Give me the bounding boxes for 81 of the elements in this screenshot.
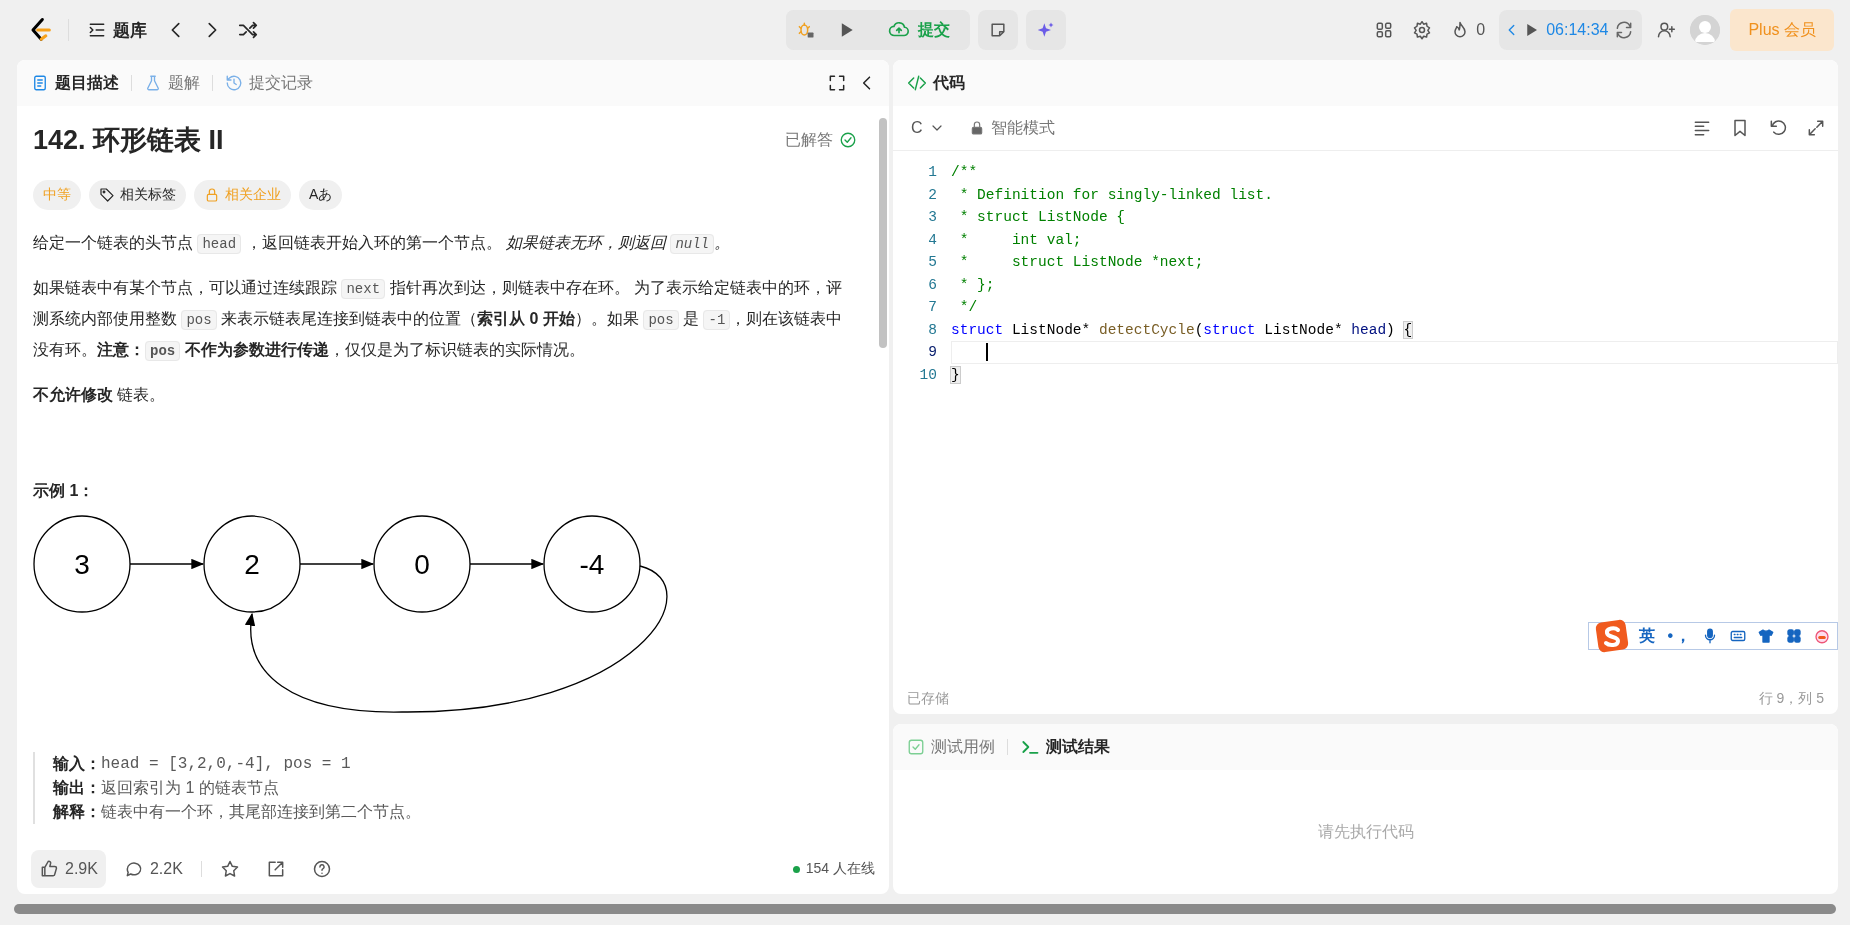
online-dot (792, 865, 800, 873)
horizontal-scrollbar[interactable] (14, 904, 1836, 914)
line-number: 7 (927, 299, 938, 316)
code-line: struct ListNode* detectCycle(struct ListNode* head) { (951, 321, 1413, 338)
panel-tab[interactable]: 题解 (142, 68, 202, 98)
code-line: */ (958, 299, 978, 316)
timer-time: 06:14:34 (1546, 21, 1609, 39)
problem-tag[interactable]: Aあ (299, 180, 343, 210)
grid-icon (1785, 627, 1803, 645)
language-dropdown[interactable]: C (905, 118, 951, 138)
problem-title: 142. 环形链表 II (33, 124, 224, 157)
code-line: * struct ListNode *next; (958, 254, 1204, 271)
fullscreen-icon (827, 73, 847, 93)
example-label: 输入： (53, 754, 101, 774)
format-icon (1692, 118, 1712, 138)
comments-button[interactable]: 2.2K (115, 850, 191, 888)
code-tab[interactable]: 代码 (905, 68, 967, 98)
problem-description: 不允许修改 链表。 (33, 385, 167, 405)
flask-icon (144, 74, 162, 92)
bug-lock-icon (796, 20, 816, 40)
document-icon (31, 74, 49, 92)
example-value: 链表中有一个环，其尾部连接到第二个节点。 (101, 802, 421, 822)
problem-description: 给定一个链表的头节点 head ，返回链表开始入环的第一个节点。 如果链表无环，则返回 null 。 (33, 233, 731, 256)
panel-tab[interactable]: 测试用例 (905, 732, 997, 762)
online-count: 154 人在线 (805, 860, 875, 878)
list-icon (87, 20, 107, 40)
ime-punctuation[interactable]: •， (1665, 625, 1691, 647)
line-number: 4 (927, 231, 938, 248)
streak-counter[interactable]: 0 (1446, 16, 1490, 44)
code-icon (907, 73, 927, 93)
code-line: * int val; (958, 231, 1082, 248)
example-label: 输出： (53, 778, 101, 798)
problem-tag[interactable]: 相关标签 (89, 180, 186, 210)
star-icon (219, 859, 240, 879)
note-icon (988, 20, 1008, 40)
editor-mode: 智能模式 (990, 117, 1055, 138)
help-icon (311, 859, 332, 879)
checkbox-icon (907, 738, 925, 756)
empty-result-message: 请先执行代码 (1317, 821, 1414, 842)
code-line: * }; (958, 276, 995, 293)
undo-icon (1768, 118, 1788, 138)
history-icon (225, 74, 243, 92)
example-title: 示例 1： (33, 481, 96, 501)
example-label: 解释： (53, 802, 101, 822)
list-node: -4 (543, 515, 641, 613)
code-line: * struct ListNode { (958, 209, 1126, 226)
check-circle-icon (839, 131, 857, 149)
example-value: head = [3,2,0,-4], pos = 1 (101, 754, 351, 775)
like-button[interactable]: 2.9K (31, 850, 106, 888)
line-number: 5 (927, 254, 938, 271)
expand-icon (1806, 118, 1826, 138)
line-number: 9 (927, 344, 938, 361)
shuffle-icon (237, 19, 259, 41)
example-value: 返回索引为 1 的链表节点 (101, 778, 279, 798)
settings-icon (1412, 20, 1433, 40)
line-number: 6 (927, 276, 938, 293)
line-number: 8 (927, 321, 938, 338)
panel-tab[interactable]: 题目描述 (29, 68, 121, 98)
text-cursor (986, 343, 988, 362)
tag-icon (99, 187, 115, 203)
solved-status: 已解答 (785, 129, 833, 150)
ime-language[interactable]: 英 (1639, 625, 1656, 647)
add-user-icon (1656, 20, 1677, 40)
panel-tab[interactable]: 提交记录 (223, 68, 315, 98)
lock-icon (204, 187, 220, 203)
save-status: 已存储 (907, 690, 949, 708)
panel-tab[interactable]: 测试结果 (1018, 732, 1112, 762)
cursor-position: 行 9，列 5 (1758, 690, 1824, 708)
thumbs-up-icon (39, 859, 59, 879)
line-number: 10 (918, 366, 938, 383)
list-node: 0 (373, 515, 471, 613)
shirt-icon (1757, 627, 1775, 645)
line-number: 3 (927, 209, 938, 226)
list-node: 2 (203, 515, 301, 613)
problem-bank-button[interactable]: 题库 (83, 14, 151, 46)
code-line: * Definition for singly-linked list. (958, 186, 1273, 203)
line-number: 1 (927, 164, 938, 181)
problem-description: 如果链表中有某个节点，可以通过连续跟踪 next 指针再次到达，则链表中存在环。 为了表示给定链表中的环，评测系统内部使用整数 pos 来表示链表尾连接到链表中的位置（索引从 0 开始）。如果 pos 是 -1 ，则在该链表中没有环。注意： pos 不作为参数进行传递，仅仅是为了标识链表的实际情况。 (33, 278, 844, 363)
code-line: /** (951, 164, 978, 181)
line-number: 2 (927, 186, 938, 203)
list-node: 3 (33, 515, 131, 613)
